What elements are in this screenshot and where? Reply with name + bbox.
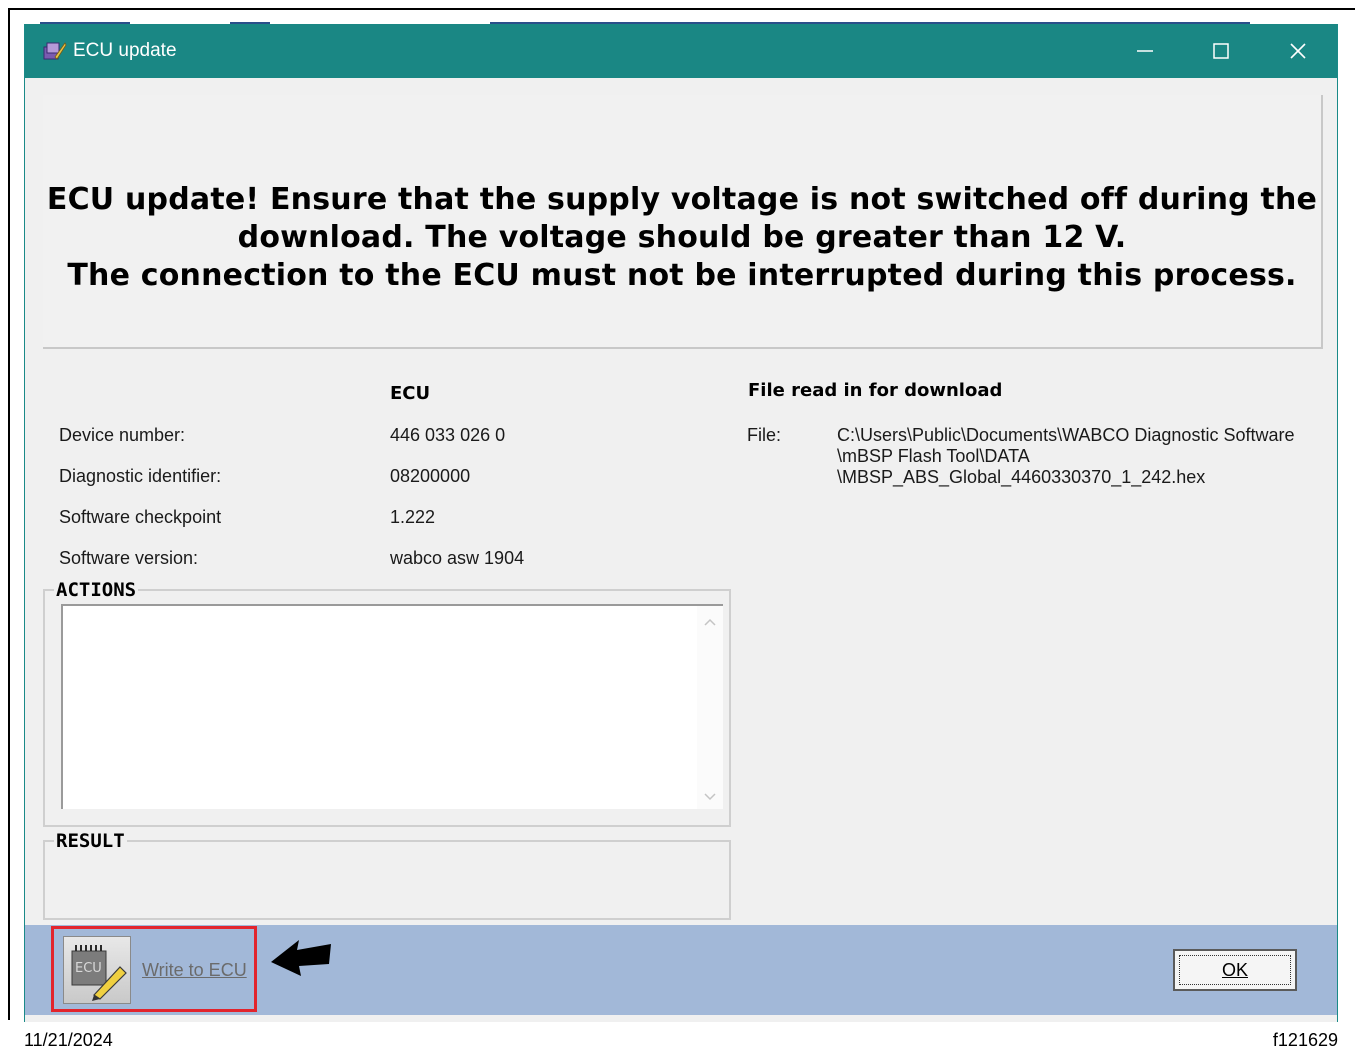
ok-button-label: OK <box>1179 955 1291 985</box>
scroll-down-icon[interactable] <box>703 789 717 803</box>
footer-date: 11/21/2024 <box>24 1030 113 1050</box>
maximize-icon <box>1213 43 1229 59</box>
actions-log[interactable] <box>61 604 723 809</box>
actions-scrollbar[interactable] <box>697 606 723 809</box>
diagnostic-identifier-value: 08200000 <box>390 466 471 486</box>
result-legend: RESULT <box>54 830 127 852</box>
warning-panel: ECU update! Ensure that the supply volta… <box>43 95 1323 349</box>
pointer-arrow-icon <box>271 940 331 976</box>
device-number-value: 446 033 026 0 <box>390 425 506 445</box>
software-version-label: Software version: <box>59 548 199 568</box>
svg-text:ECU: ECU <box>75 961 102 976</box>
close-icon <box>1290 43 1306 59</box>
footer-figure-id: f121629 <box>1272 1030 1338 1050</box>
file-path-line-2: \mBSP Flash Tool\DATA <box>837 446 1030 466</box>
file-path-line-1: C:\Users\Public\Documents\WABCO Diagnost… <box>837 425 1295 445</box>
ecu-chip-pencil-icon: ECU <box>71 945 127 1001</box>
software-version-value: wabco asw 1904 <box>390 548 525 568</box>
close-button[interactable] <box>1263 24 1333 78</box>
page-frame-left <box>8 8 10 1020</box>
device-number-label: Device number: <box>59 425 186 445</box>
minimize-icon <box>1137 50 1153 52</box>
ecu-update-dialog: ECU update ECU update! Ensure that the s… <box>24 24 1338 1022</box>
write-to-ecu-button[interactable]: Write to ECU <box>142 960 247 981</box>
actions-legend: ACTIONS <box>54 579 139 601</box>
write-to-ecu-icon-button[interactable]: ECU <box>63 936 131 1004</box>
minimize-button[interactable] <box>1110 24 1180 78</box>
diagnostic-identifier-label: Diagnostic identifier: <box>59 466 222 486</box>
software-checkpoint-label: Software checkpoint <box>59 507 222 527</box>
scroll-up-icon[interactable] <box>703 616 717 630</box>
title-bar[interactable]: ECU update <box>25 24 1337 78</box>
maximize-button[interactable] <box>1186 24 1256 78</box>
ecu-column-header: ECU <box>390 383 431 404</box>
warning-message: ECU update! Ensure that the supply volta… <box>46 182 1318 293</box>
file-panel-header: File read in for download <box>748 380 1003 401</box>
result-group <box>43 840 731 920</box>
software-checkpoint-value: 1.222 <box>390 507 436 527</box>
ok-button[interactable]: OK <box>1173 949 1297 991</box>
background-window-strip <box>10 10 1355 25</box>
file-label: File: <box>747 425 782 445</box>
file-path-line-3: \MBSP_ABS_Global_4460330370_1_242.hex <box>837 467 1206 487</box>
app-icon <box>43 42 67 60</box>
window-title: ECU update <box>73 40 177 61</box>
